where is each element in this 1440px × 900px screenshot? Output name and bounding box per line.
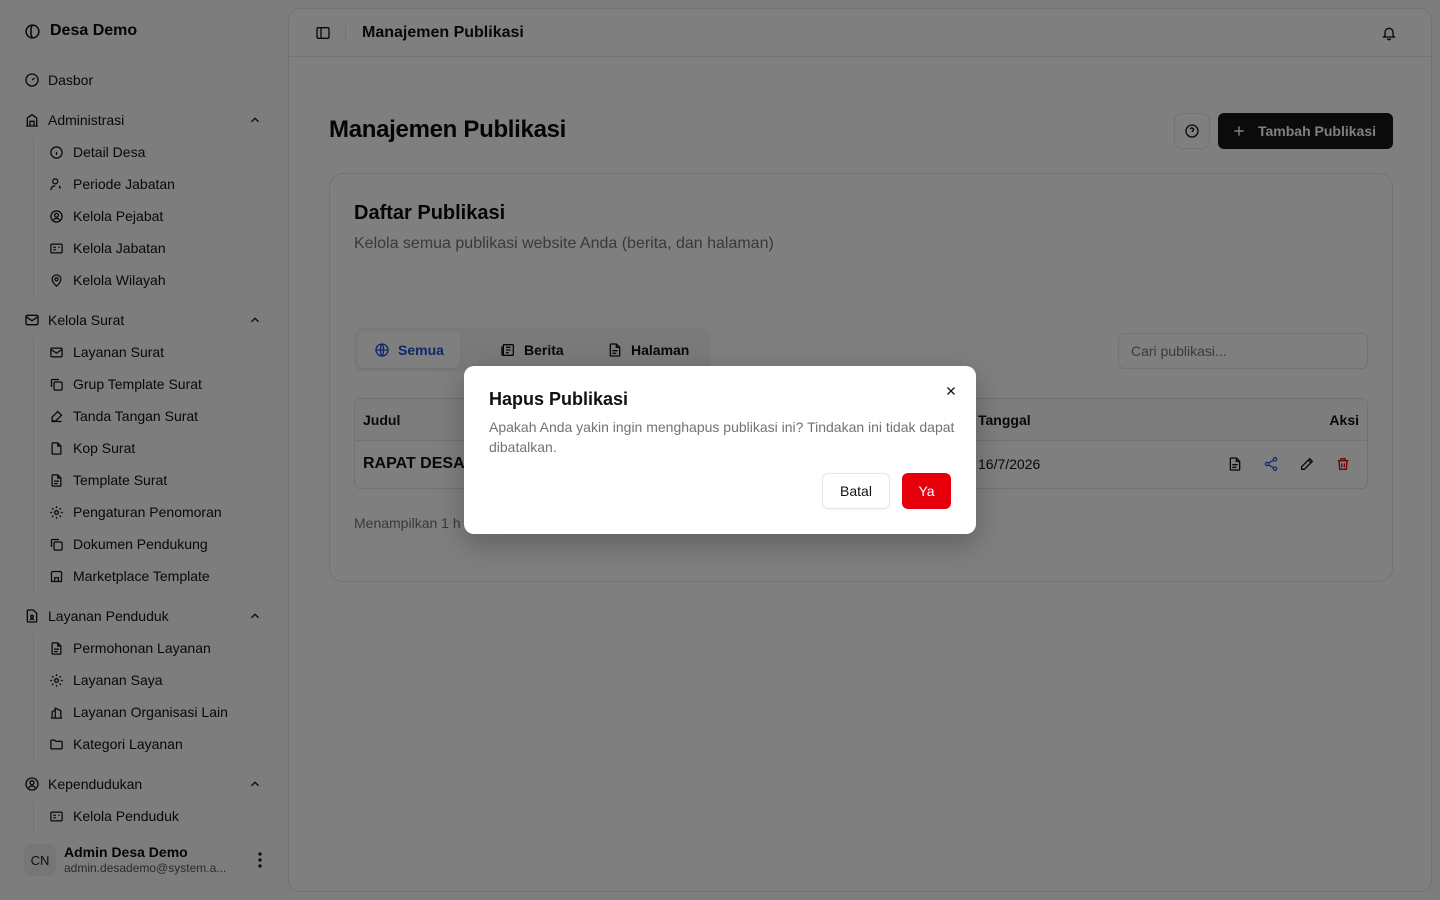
dialog-title: Hapus Publikasi	[489, 389, 629, 409]
cancel-button[interactable]: Batal	[822, 473, 890, 509]
delete-dialog: Hapus Publikasi Apakah Anda yakin ingin …	[464, 366, 976, 534]
close-icon[interactable]	[945, 385, 957, 397]
dialog-description: Apakah Anda yakin ingin menghapus publik…	[489, 419, 955, 455]
confirm-delete-button[interactable]: Ya	[902, 473, 951, 509]
